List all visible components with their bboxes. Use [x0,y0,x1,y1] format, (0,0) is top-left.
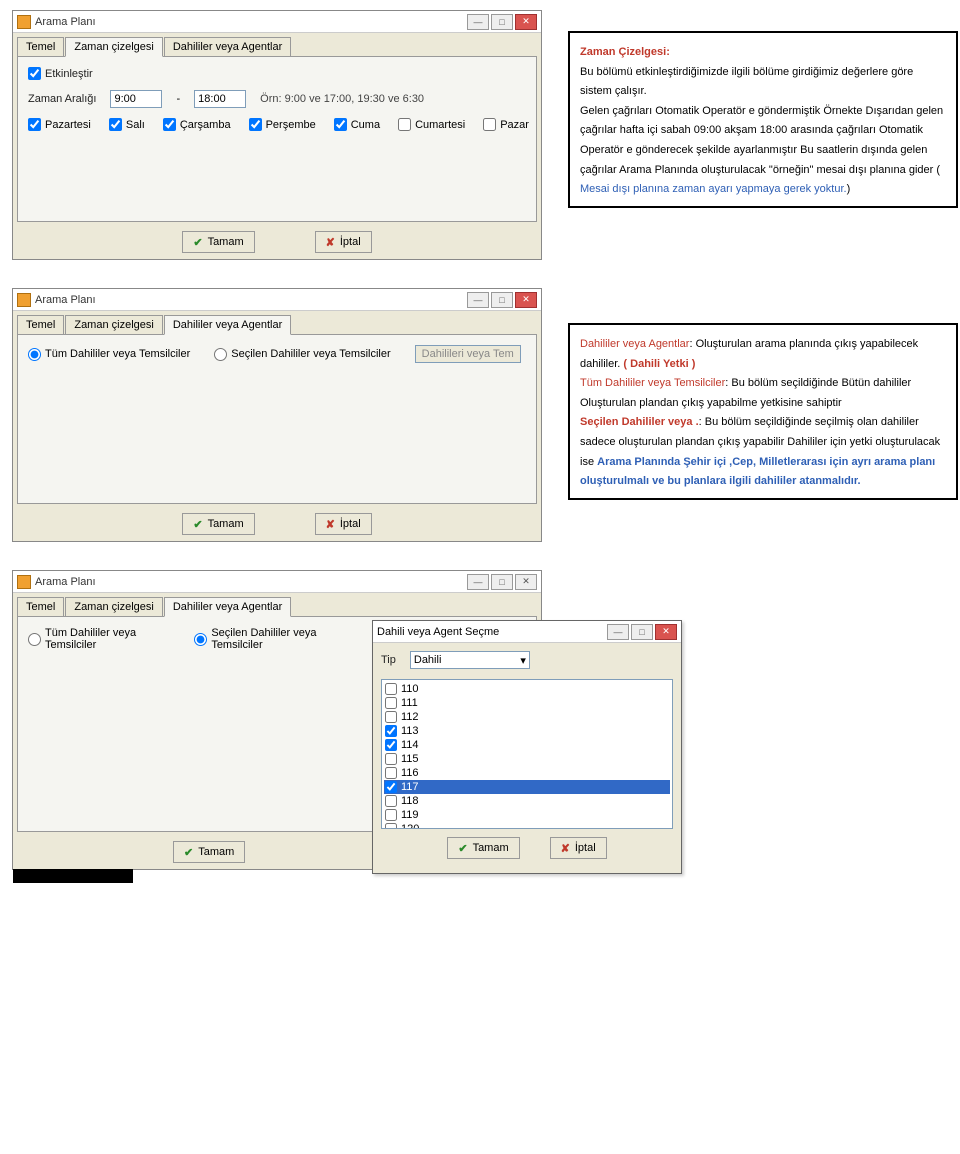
list-item[interactable]: 110 [384,682,670,696]
x-icon: ✘ [326,518,335,531]
ok-button[interactable]: ✔Tamam [182,513,254,535]
day-sat[interactable]: Cumartesi [398,118,465,131]
tab-extensions[interactable]: Dahililer veya Agentlar [164,37,291,57]
list-item[interactable]: 117 [384,780,670,794]
cancel-button[interactable]: ✘İptal [315,513,372,535]
bottom-bar [13,869,133,883]
ok-button[interactable]: ✔Tamam [447,837,519,859]
maximize-button[interactable]: □ [491,574,513,590]
tab-schedule[interactable]: Zaman çizelgesi [65,315,162,335]
check-icon: ✔ [184,846,193,859]
tab-extensions[interactable]: Dahililer veya Agentlar [164,315,291,335]
day-sun[interactable]: Pazar [483,118,529,131]
tab-basic[interactable]: Temel [17,37,64,57]
check-icon: ✔ [193,236,202,249]
radio-selected[interactable]: Seçilen Dahililer veya Temsilciler [214,348,390,361]
tabbar: Temel Zaman çizelgesi Dahililer veya Age… [13,311,541,335]
tab-panel: Tüm Dahililer veya Temsilciler Seçilen D… [17,334,537,504]
app-icon [17,293,31,307]
window-title: Arama Planı [35,576,467,588]
day-tue[interactable]: Salı [109,118,145,131]
window-extensions: Arama Planı — □ ✕ Temel Zaman çizelgesi … [12,288,542,542]
titlebar: Arama Planı — □ ✕ [13,11,541,33]
check-icon: ✔ [458,842,467,855]
list-item[interactable]: 120 [384,822,670,829]
close-button[interactable]: ✕ [515,292,537,308]
minimize-button[interactable]: — [467,574,489,590]
titlebar: Arama Planı — □ ✕ [13,571,541,593]
day-thu[interactable]: Perşembe [249,118,316,131]
check-icon: ✔ [193,518,202,531]
tab-schedule[interactable]: Zaman çizelgesi [65,37,162,57]
titlebar: Arama Planı — □ ✕ [13,289,541,311]
day-mon[interactable]: Pazartesi [28,118,91,131]
day-fri[interactable]: Cuma [334,118,380,131]
list-item[interactable]: 111 [384,696,670,710]
minimize-button[interactable]: — [467,14,489,30]
dialog-select-extension: Dahili veya Agent Seçme — □ ✕ Tip Dahili… [372,620,682,874]
radio-all[interactable]: Tüm Dahililer veya Temsilciler [28,348,190,361]
time-example: Örn: 9:00 ve 17:00, 19:30 ve 6:30 [260,93,424,105]
app-icon [17,15,31,29]
list-item[interactable]: 112 [384,710,670,724]
type-label: Tip [381,654,396,666]
enable-checkbox[interactable]: Etkinleştir [28,67,93,80]
list-item[interactable]: 119 [384,808,670,822]
dialog-title: Dahili veya Agent Seçme [377,626,607,638]
minimize-button[interactable]: — [607,624,629,640]
tab-basic[interactable]: Temel [17,597,64,617]
configure-button[interactable]: Dahilileri veya Tem [415,345,521,363]
list-item[interactable]: 116 [384,766,670,780]
range-label: Zaman Aralığı [28,93,96,105]
tab-extensions[interactable]: Dahililer veya Agentlar [164,597,291,617]
list-item[interactable]: 114 [384,738,670,752]
ok-button[interactable]: ✔Tamam [173,841,245,863]
tab-panel: Etkinleştir Zaman Aralığı - Örn: 9:00 ve… [17,56,537,222]
dash: - [176,93,180,105]
radio-all[interactable]: Tüm Dahililer veya Temsilciler [28,627,170,651]
close-button[interactable]: ✕ [655,624,677,640]
ok-button[interactable]: ✔Tamam [182,231,254,253]
maximize-button[interactable]: □ [491,14,513,30]
tab-basic[interactable]: Temel [17,315,64,335]
radio-selected[interactable]: Seçilen Dahililer veya Temsilciler [194,627,349,651]
window-timeplan: Arama Planı — □ ✕ Temel Zaman çizelgesi … [12,10,542,260]
window-title: Arama Planı [35,16,467,28]
app-icon [17,575,31,589]
time-to-input[interactable] [194,90,246,108]
tabbar: Temel Zaman çizelgesi Dahililer veya Age… [13,33,541,57]
x-icon: ✘ [561,842,570,855]
close-button[interactable]: ✕ [515,574,537,590]
callout-schedule: Zaman Çizelgesi: Bu bölümü etkinleştirdi… [568,31,958,208]
day-wed[interactable]: Çarşamba [163,118,231,131]
maximize-button[interactable]: □ [631,624,653,640]
maximize-button[interactable]: □ [491,292,513,308]
titlebar: Dahili veya Agent Seçme — □ ✕ [373,621,681,643]
time-from-input[interactable] [110,90,162,108]
list-item[interactable]: 118 [384,794,670,808]
window-title: Arama Planı [35,294,467,306]
close-button[interactable]: ✕ [515,14,537,30]
type-select[interactable]: Dahili ▾ [410,651,530,669]
callout-extensions: Dahililer veya Agentlar: Oluşturulan ara… [568,323,958,500]
list-item[interactable]: 115 [384,752,670,766]
list-item[interactable]: 113 [384,724,670,738]
x-icon: ✘ [326,236,335,249]
chevron-down-icon: ▾ [520,654,526,667]
extension-listbox[interactable]: 110111112113114115116117118119120 [381,679,673,829]
cancel-button[interactable]: ✘İptal [550,837,607,859]
tabbar: Temel Zaman çizelgesi Dahililer veya Age… [13,593,541,617]
minimize-button[interactable]: — [467,292,489,308]
tab-schedule[interactable]: Zaman çizelgesi [65,597,162,617]
cancel-button[interactable]: ✘İptal [315,231,372,253]
